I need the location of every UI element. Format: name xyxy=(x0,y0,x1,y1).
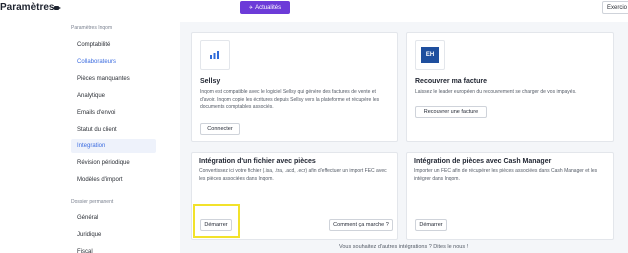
sidebar-item-modeles-import[interactable]: Modèles d'import xyxy=(71,173,156,187)
sidebar-item-fiscal[interactable]: Fiscal xyxy=(71,245,156,253)
highlight-box xyxy=(193,204,240,238)
eh-logo: EH xyxy=(415,40,445,70)
sellsy-logo xyxy=(200,40,230,70)
page-title: Paramètres xyxy=(0,2,55,13)
recouvrer-button[interactable]: Recouvrer une facture xyxy=(415,106,487,118)
sidebar-item-collaborateurs[interactable]: Collaborateurs xyxy=(71,55,156,69)
fichier-title: Intégration d'un fichier avec pièces xyxy=(199,158,316,165)
start-button-cash[interactable]: Démarrer xyxy=(415,219,447,231)
rocket-icon: ✈ xyxy=(248,4,254,11)
sidebar-item-analytique[interactable]: Analytique xyxy=(71,89,156,103)
section-heading-dossier: Dossier permanent xyxy=(71,199,114,205)
how-it-works-button[interactable]: Comment ça marche ? xyxy=(329,219,393,231)
exercise-selector[interactable]: Exercio xyxy=(602,1,628,14)
cash-manager-description: Importer un FEC afin de récupérer les pi… xyxy=(414,168,598,182)
sellsy-card: Sellsy Inqom est compatible avec le logi… xyxy=(191,32,398,142)
news-button[interactable]: ✈ Actualités xyxy=(240,1,290,14)
sidebar-item-integration[interactable]: Integration xyxy=(71,139,156,153)
more-integrations-text[interactable]: Vous souhaitez d'autres intégrations ? D… xyxy=(339,244,468,250)
cash-manager-title: Intégration de pièces avec Cash Manager xyxy=(414,158,552,165)
sidebar-item-comptabilite[interactable]: Comptabilité xyxy=(71,38,156,52)
camera-icon[interactable] xyxy=(54,6,61,10)
sellsy-title: Sellsy xyxy=(200,78,221,85)
eh-logo-mark: EH xyxy=(421,47,439,63)
recouvrer-description: Laissez le leader européen du recouvreme… xyxy=(415,89,577,95)
recouvrer-title: Recouvrer ma facture xyxy=(415,78,487,85)
news-button-label: Actualités xyxy=(255,4,282,11)
recouvrer-card: EH Recouvrer ma facture Laissez le leade… xyxy=(406,32,614,142)
settings-sidebar: Paramètres Inqom Comptabilité Collaborat… xyxy=(0,22,160,253)
sellsy-description: Inqom est compatible avec le logiciel Se… xyxy=(200,89,380,110)
sidebar-item-pieces-manquantes[interactable]: Pièces manquantes xyxy=(71,72,156,86)
sidebar-item-juridique[interactable]: Juridique xyxy=(71,228,156,242)
sidebar-item-general[interactable]: Général xyxy=(71,211,156,225)
sidebar-item-emails[interactable]: Emails d'envoi xyxy=(71,106,156,120)
section-heading-inqom: Paramètres Inqom xyxy=(71,25,113,31)
integrations-panel: Sellsy Inqom est compatible avec le logi… xyxy=(180,22,628,253)
top-header: Paramètres ✈ Actualités Exercio xyxy=(0,0,628,16)
connect-button[interactable]: Connecter xyxy=(200,123,240,135)
sellsy-logo-icon xyxy=(210,51,219,59)
sidebar-item-statut-client[interactable]: Statut du client xyxy=(71,123,156,137)
cash-manager-card: Intégration de pièces avec Cash Manager … xyxy=(406,152,614,240)
sidebar-item-revision[interactable]: Révision périodique xyxy=(71,156,156,170)
fichier-description: Convertissez ici votre fichier (.isa, .t… xyxy=(199,168,387,182)
